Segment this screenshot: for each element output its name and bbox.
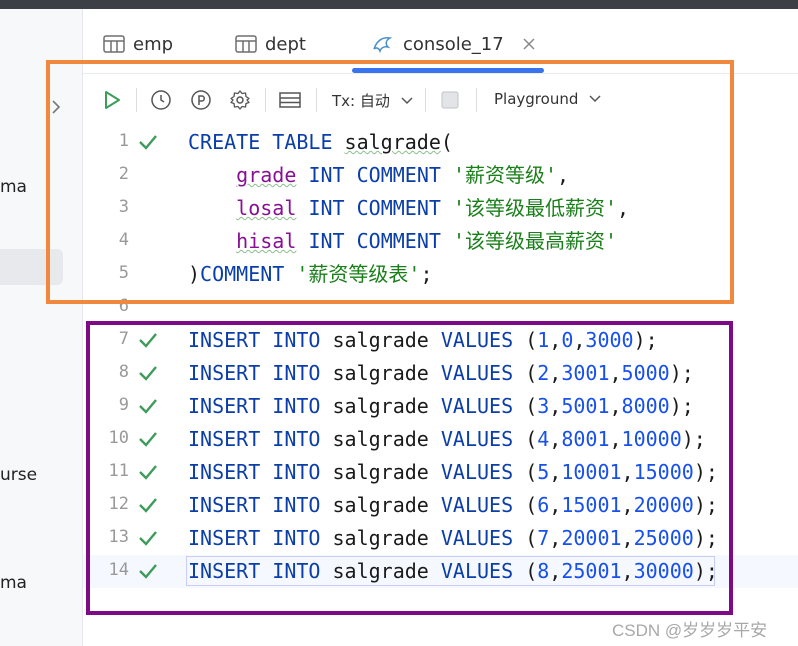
sidebar-item-schema-2[interactable]: ma — [0, 573, 27, 593]
tab-console-17[interactable]: console_17 — [371, 31, 544, 57]
table-icon — [235, 35, 257, 53]
insert-statements-highlight-box — [86, 321, 733, 615]
sidebar-item-course[interactable]: urse — [0, 465, 37, 485]
sidebar-item-schema[interactable]: ma — [0, 177, 27, 197]
tab-label: emp — [133, 33, 174, 55]
close-icon[interactable] — [522, 37, 536, 51]
create-table-highlight-box — [46, 60, 734, 304]
table-icon — [103, 35, 125, 53]
window-top-bar — [0, 0, 798, 9]
tab-label: dept — [265, 33, 306, 55]
watermark: CSDN @岁岁岁平安 — [612, 621, 768, 640]
tab-emp[interactable]: emp — [103, 31, 173, 57]
tab-label: console_17 — [403, 33, 504, 55]
tab-dept[interactable]: dept — [235, 31, 306, 57]
console-icon — [373, 37, 393, 54]
